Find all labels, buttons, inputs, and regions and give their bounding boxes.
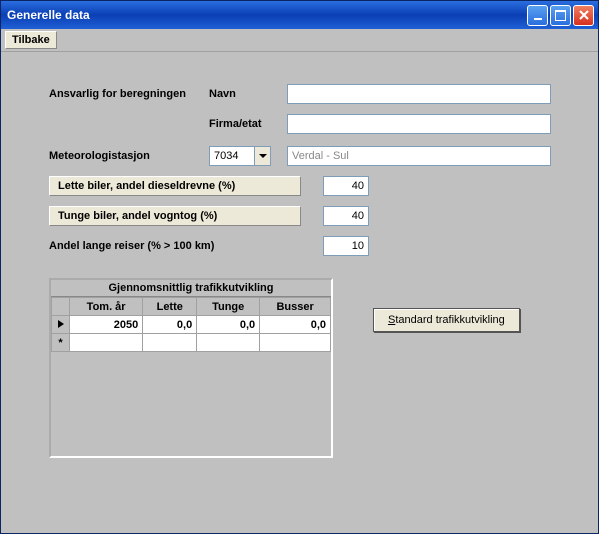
window: Generelle data Tilbake Ansvarlig for ber… (0, 0, 599, 534)
row-navn: Ansvarlig for beregningen Navn (49, 84, 574, 104)
toolbar: Tilbake (1, 29, 598, 52)
col-tom: Tom. år (70, 298, 143, 316)
lange-input[interactable] (323, 236, 369, 256)
firma-label: Firma/etat (209, 118, 287, 130)
met-label: Meteorologistasjon (49, 149, 209, 163)
col-tunge: Tunge (197, 298, 260, 316)
close-button[interactable] (573, 5, 594, 26)
grid-table[interactable]: Tom. år Lette Tunge Busser 2050 0,0 0,0 … (51, 297, 331, 352)
cell-tunge[interactable]: 0,0 (197, 316, 260, 334)
firma-input[interactable] (287, 114, 551, 134)
met-code[interactable] (209, 146, 255, 166)
row-firma: Firma/etat (49, 114, 574, 134)
back-button[interactable]: Tilbake (5, 31, 57, 49)
cell-lette[interactable]: 0,0 (143, 316, 197, 334)
title-bar: Generelle data (1, 1, 598, 29)
content-area: Ansvarlig for beregningen Navn Firma/eta… (1, 52, 598, 533)
minimize-button[interactable] (527, 5, 548, 26)
row-meteorologi: Meteorologistasjon (49, 146, 574, 166)
row-selector-icon[interactable] (52, 316, 70, 334)
col-lette: Lette (143, 298, 197, 316)
grid-empty-area (51, 352, 331, 458)
chevron-down-icon[interactable] (255, 146, 271, 166)
traffic-grid: Gjennomsnittlig trafikkutvikling Tom. år… (49, 278, 333, 458)
lange-label: Andel lange reiser (% > 100 km) (49, 240, 301, 252)
window-controls (527, 5, 594, 26)
met-name (287, 146, 551, 166)
actions: Standard trafikkutvikling (373, 278, 520, 332)
navn-input[interactable] (287, 84, 551, 104)
row-lange: Andel lange reiser (% > 100 km) (49, 236, 574, 256)
lette-button[interactable]: Lette biler, andel dieseldrevne (%) (49, 176, 301, 196)
tunge-button[interactable]: Tunge biler, andel vogntog (%) (49, 206, 301, 226)
grid-newrow[interactable]: * (52, 334, 331, 352)
grid-corner (52, 298, 70, 316)
new-row-icon[interactable]: * (52, 334, 70, 352)
ansvarlig-label: Ansvarlig for beregningen (49, 87, 209, 101)
cell-tom[interactable]: 2050 (70, 316, 143, 334)
met-select[interactable] (209, 146, 271, 166)
row-lette: Lette biler, andel dieseldrevne (%) (49, 176, 574, 196)
grid-row[interactable]: 2050 0,0 0,0 0,0 (52, 316, 331, 334)
window-title: Generelle data (7, 8, 527, 22)
tunge-input[interactable] (323, 206, 369, 226)
standard-button[interactable]: Standard trafikkutvikling (373, 308, 520, 332)
grid-title: Gjennomsnittlig trafikkutvikling (51, 280, 331, 297)
lette-input[interactable] (323, 176, 369, 196)
grid-header-row: Tom. år Lette Tunge Busser (52, 298, 331, 316)
maximize-button[interactable] (550, 5, 571, 26)
cell-busser[interactable]: 0,0 (260, 316, 331, 334)
navn-label: Navn (209, 88, 287, 100)
bottom-area: Gjennomsnittlig trafikkutvikling Tom. år… (49, 278, 574, 458)
col-busser: Busser (260, 298, 331, 316)
row-tunge: Tunge biler, andel vogntog (%) (49, 206, 574, 226)
